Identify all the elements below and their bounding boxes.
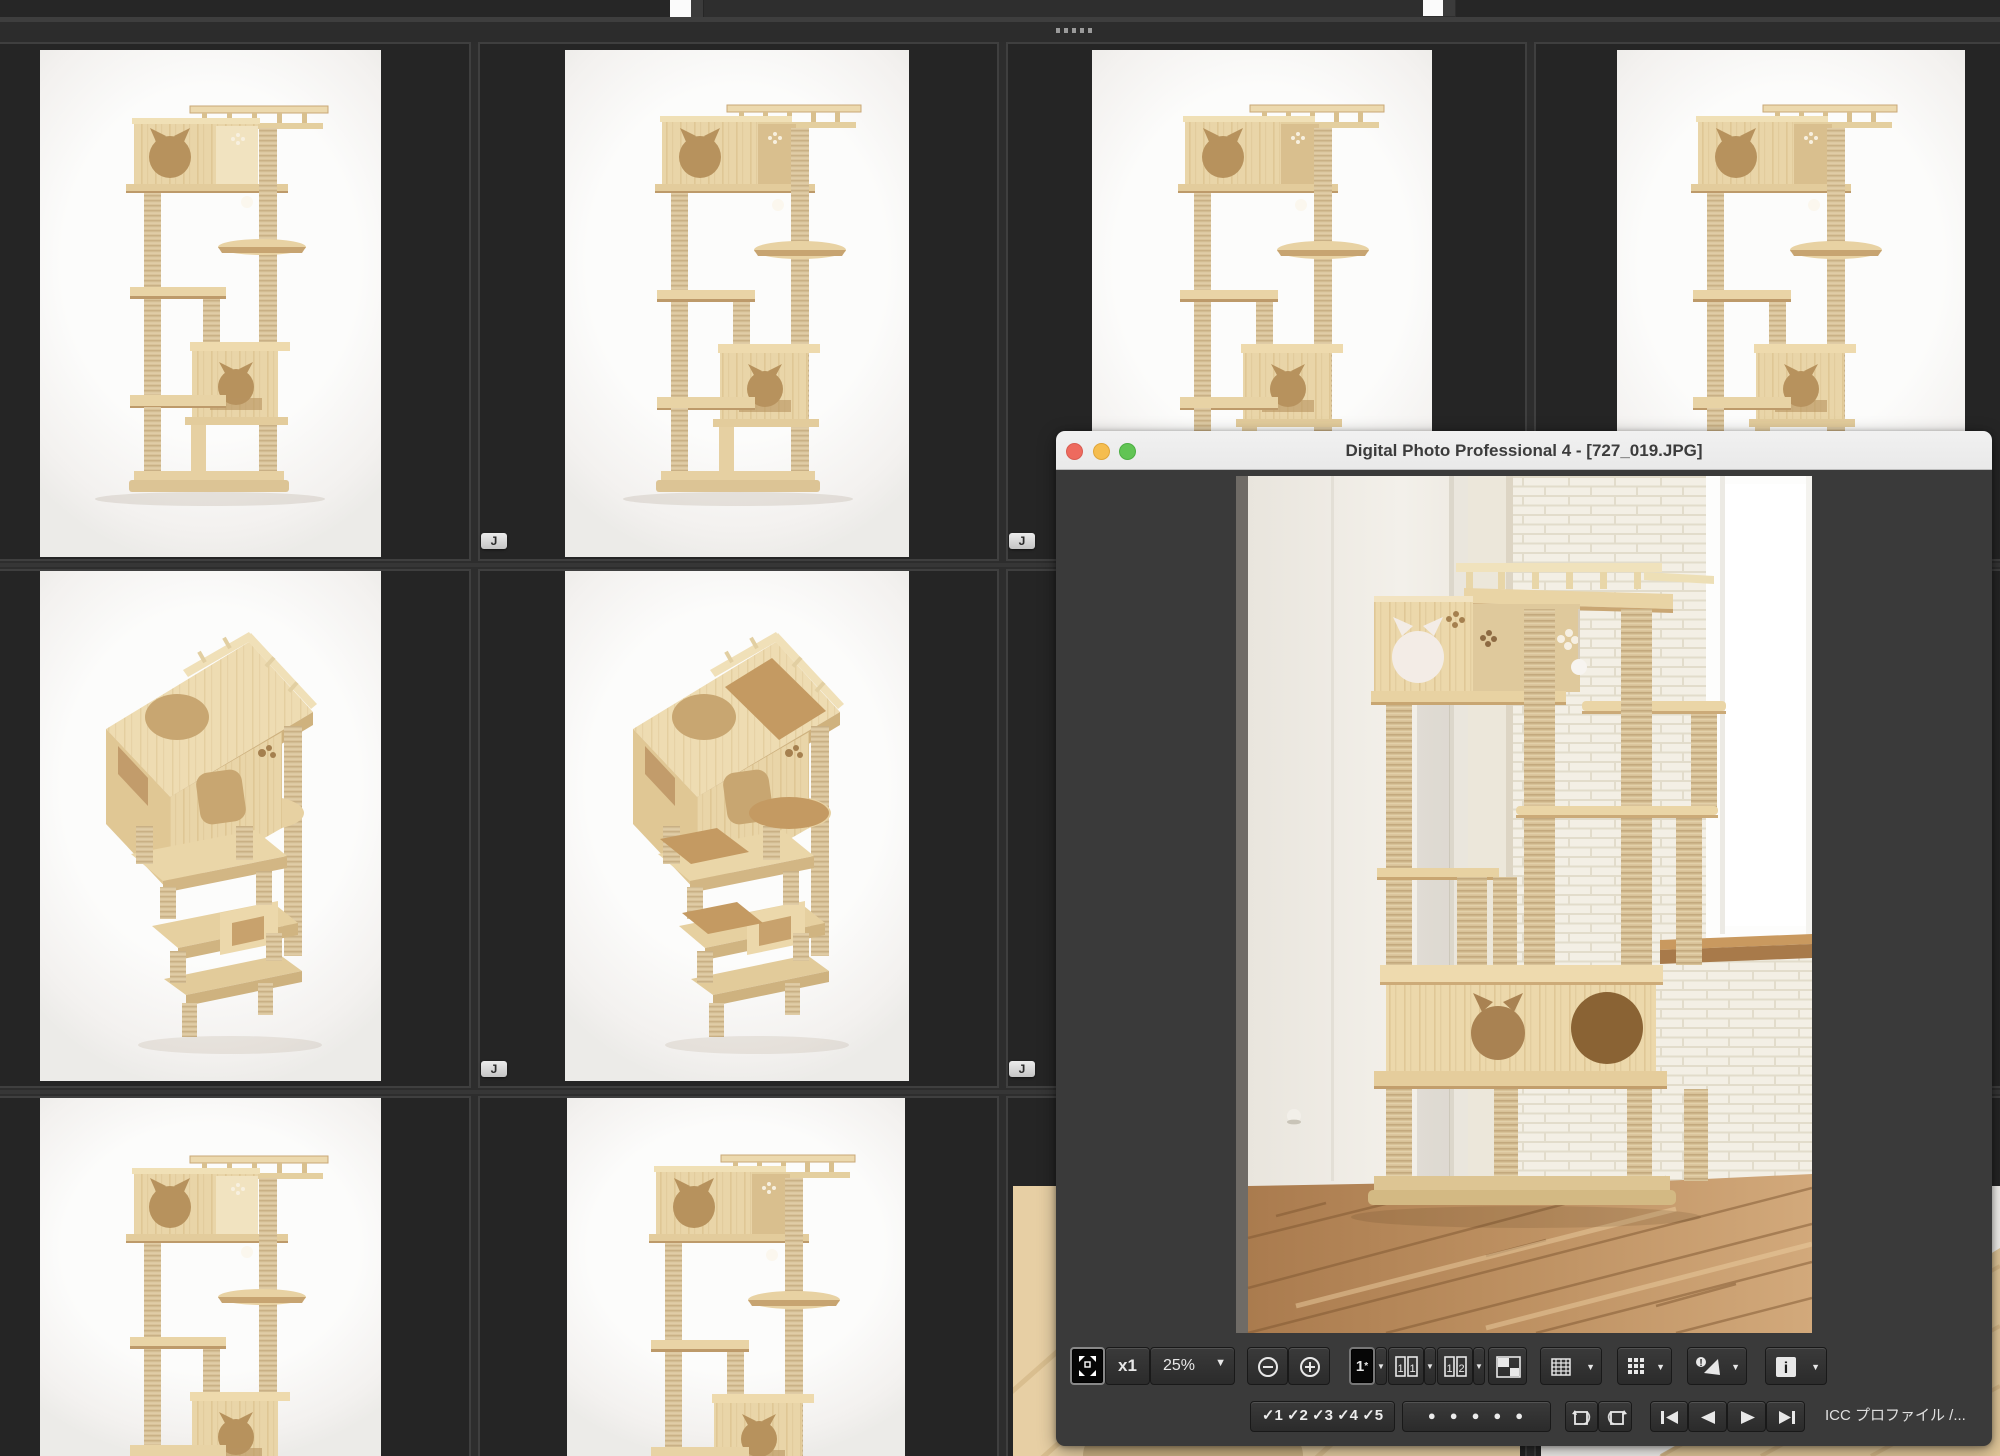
svg-text:!: ! xyxy=(1699,1358,1702,1369)
svg-text:1: 1 xyxy=(1397,1363,1403,1375)
svg-text:1: 1 xyxy=(1446,1363,1452,1375)
svg-text:1: 1 xyxy=(1409,1363,1415,1375)
svg-text:2: 2 xyxy=(1458,1363,1464,1375)
svg-text:i: i xyxy=(1784,1360,1788,1377)
